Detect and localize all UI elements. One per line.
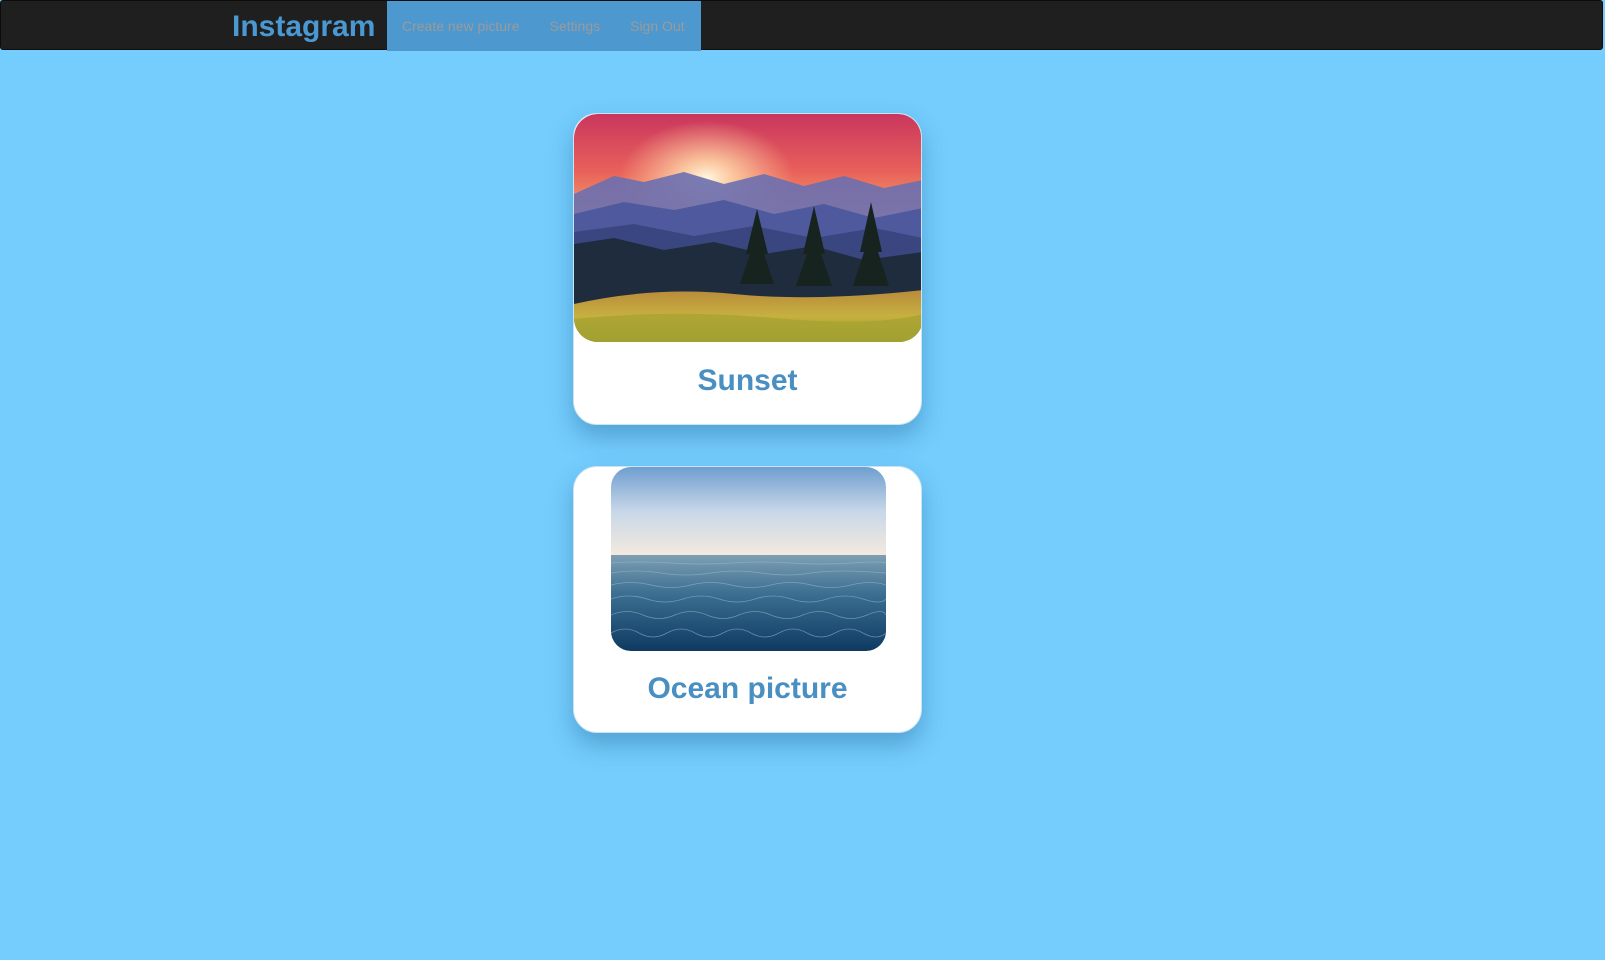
post-image-ocean[interactable] xyxy=(611,467,886,651)
post-card[interactable]: Ocean picture xyxy=(573,466,922,733)
post-image-sunset[interactable] xyxy=(574,114,921,342)
top-navbar: Instagram Create new picture Settings Si… xyxy=(0,0,1603,51)
post-title: Sunset xyxy=(697,364,798,397)
post-title: Ocean picture xyxy=(647,672,848,705)
post-card[interactable]: Sunset xyxy=(573,113,922,425)
settings-link[interactable]: Settings xyxy=(550,18,601,34)
brand-link[interactable]: Instagram xyxy=(232,9,375,45)
nav-links-group: Create new picture Settings Sign Out xyxy=(387,1,701,51)
create-new-picture-link[interactable]: Create new picture xyxy=(402,18,520,34)
sign-out-link[interactable]: Sign Out xyxy=(630,18,684,34)
